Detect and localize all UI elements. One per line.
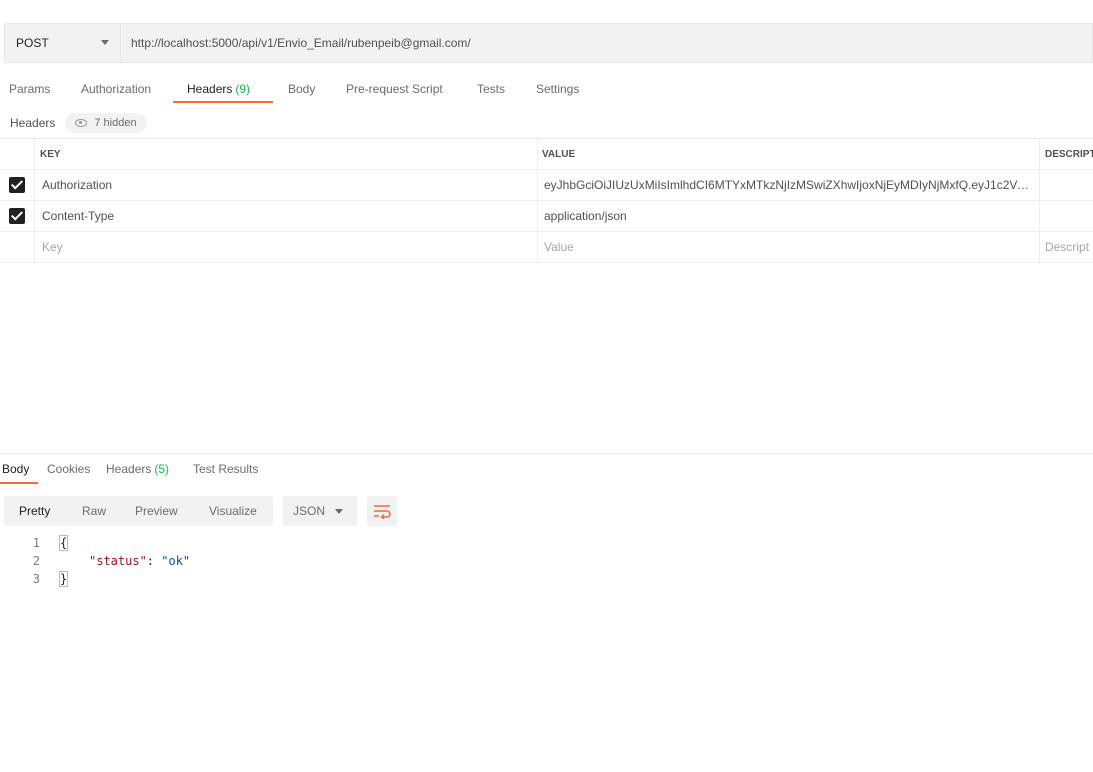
key-text: Content-Type xyxy=(42,209,115,223)
header-check-col xyxy=(0,139,35,169)
tab-tests[interactable]: Tests xyxy=(477,76,505,106)
tab-authorization[interactable]: Authorization xyxy=(81,76,151,106)
response-tab-test-results[interactable]: Test Results xyxy=(193,462,258,476)
value-text: application/json xyxy=(544,209,627,223)
response-active-underline xyxy=(0,482,38,484)
url-input[interactable]: http://localhost:5000/api/v1/Envio_Email… xyxy=(121,24,1092,62)
method-select[interactable]: POST xyxy=(5,24,121,62)
json-sep: : xyxy=(146,554,162,568)
view-mode-pretty[interactable]: Pretty xyxy=(19,504,50,518)
response-view-bar: Pretty Raw Preview Visualize JSON xyxy=(4,496,397,526)
response-tab-body[interactable]: Body xyxy=(2,462,29,476)
response-tab-cookies[interactable]: Cookies xyxy=(47,462,90,476)
table-row-new: Key Value Descript xyxy=(0,232,1093,263)
table-row: Content-Type application/json xyxy=(0,201,1093,232)
new-value-input[interactable]: Value xyxy=(538,232,1040,262)
line-number: 1 xyxy=(32,536,40,550)
checkbox-checked-icon[interactable] xyxy=(9,177,25,193)
headers-title: Headers xyxy=(10,116,56,130)
headers-table: KEY VALUE DESCRIPT Authorization eyJhbGc… xyxy=(0,138,1093,263)
tab-settings[interactable]: Settings xyxy=(536,76,579,106)
checkbox-checked-icon[interactable] xyxy=(9,208,25,224)
view-mode-raw[interactable]: Raw xyxy=(82,504,106,518)
table-row: Authorization eyJhbGciOiJIUzUxMiIsImlhdC… xyxy=(0,170,1093,201)
json-value: "ok" xyxy=(161,554,191,568)
key-cell[interactable]: Authorization xyxy=(35,170,538,200)
row-checkbox-cell xyxy=(0,170,35,200)
json-entry: "status": "ok" xyxy=(89,554,190,568)
view-mode-preview[interactable]: Preview xyxy=(135,504,178,518)
wrap-lines-icon xyxy=(374,505,391,519)
headers-count: (9) xyxy=(235,82,251,96)
response-tab-headers[interactable]: Headers (5) xyxy=(106,462,169,476)
headers-toolbar: Headers 7 hidden xyxy=(10,113,147,133)
line-number: 2 xyxy=(32,554,40,568)
value-text: eyJhbGciOiJIUzUxMiIsImlhdCI6MTYxMTkzNjIz… xyxy=(544,178,1032,192)
key-placeholder: Key xyxy=(42,240,63,254)
view-mode-visualize[interactable]: Visualize xyxy=(209,504,257,518)
view-mode-segment: Pretty Raw Preview Visualize xyxy=(4,496,273,526)
tab-body[interactable]: Body xyxy=(288,76,315,106)
wrap-lines-button[interactable] xyxy=(367,496,397,526)
code-line: 2 "status": "ok" xyxy=(0,553,400,571)
key-text: Authorization xyxy=(42,178,113,192)
value-cell[interactable]: eyJhbGciOiJIUzUxMiIsImlhdCI6MTYxMTkzNjIz… xyxy=(538,170,1040,200)
line-number: 3 xyxy=(32,572,40,586)
format-label: JSON xyxy=(293,504,326,518)
url-text: http://localhost:5000/api/v1/Envio_Email… xyxy=(131,36,471,50)
column-header-description: DESCRIPT xyxy=(1045,148,1093,160)
row-checkbox-cell xyxy=(0,201,35,231)
key-cell[interactable]: Content-Type xyxy=(35,201,538,231)
description-cell[interactable] xyxy=(1040,170,1093,200)
value-cell[interactable]: application/json xyxy=(538,201,1040,231)
active-tab-underline xyxy=(173,101,273,103)
request-tabs: Params Authorization Headers (9) Body Pre… xyxy=(0,76,700,106)
chevron-down-icon xyxy=(335,509,343,514)
response-headers-count: (5) xyxy=(154,462,170,476)
hidden-headers-toggle[interactable]: 7 hidden xyxy=(65,113,147,133)
code-line: 3 } xyxy=(0,571,400,589)
format-select[interactable]: JSON xyxy=(283,496,357,526)
new-description-input[interactable]: Descript xyxy=(1040,232,1093,262)
response-tabs: Body Cookies Headers (5) Test Results xyxy=(0,454,400,486)
row-checkbox-cell xyxy=(0,232,35,262)
code-line: 1 { xyxy=(0,535,400,553)
column-header-key: KEY xyxy=(35,139,538,169)
column-header-value: VALUE xyxy=(538,139,1040,169)
open-brace: { xyxy=(58,535,69,551)
description-placeholder: Descript xyxy=(1045,240,1090,254)
value-placeholder: Value xyxy=(544,240,574,254)
description-cell[interactable] xyxy=(1040,201,1093,231)
request-url-bar: POST http://localhost:5000/api/v1/Envio_… xyxy=(4,23,1093,63)
tab-pre-request-script[interactable]: Pre-request Script xyxy=(346,76,443,106)
hidden-headers-label: 7 hidden xyxy=(94,117,137,129)
tab-params[interactable]: Params xyxy=(9,76,50,106)
eye-icon xyxy=(75,119,88,127)
response-body-code[interactable]: 1 { 2 "status": "ok" 3 } xyxy=(0,535,400,589)
method-label: POST xyxy=(16,36,49,50)
close-brace: } xyxy=(58,571,69,587)
chevron-down-icon xyxy=(101,40,109,45)
json-key: "status" xyxy=(89,554,147,568)
new-key-input[interactable]: Key xyxy=(35,232,538,262)
table-header-row: KEY VALUE DESCRIPT xyxy=(0,139,1093,170)
